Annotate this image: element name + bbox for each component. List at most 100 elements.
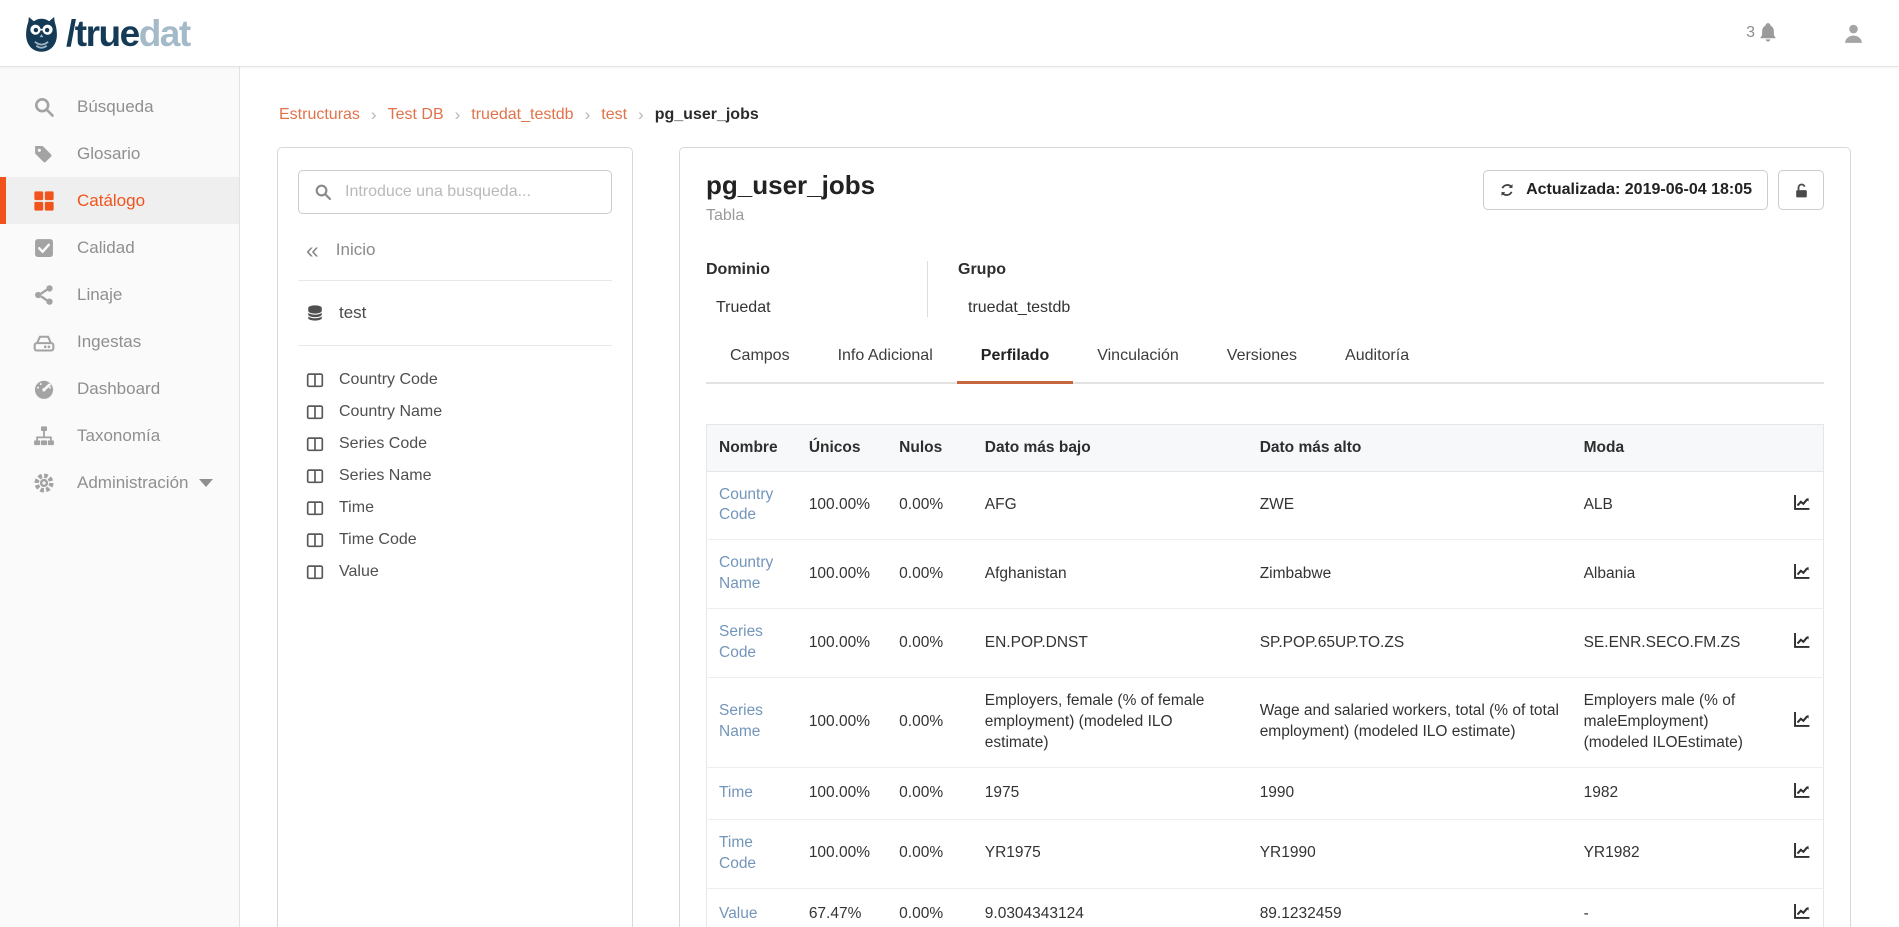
notifications-button[interactable]: 3 xyxy=(1746,23,1778,43)
tab[interactable]: Vinculación xyxy=(1073,347,1203,382)
column-list-item[interactable]: Series Name xyxy=(306,460,604,492)
column-name-link[interactable]: Time Code xyxy=(719,834,756,872)
sidebar-item[interactable]: Linaje xyxy=(0,271,239,318)
column-list-label: Series Code xyxy=(339,435,427,453)
highest-value: 1990 xyxy=(1248,767,1572,819)
bell-icon xyxy=(1758,23,1778,43)
mode-value: Employers male (% of maleEmployment) (mo… xyxy=(1572,678,1781,768)
breadcrumb-link[interactable]: test xyxy=(601,106,627,124)
columns-icon xyxy=(306,435,324,453)
top-bar: /truedat 3 xyxy=(0,0,1899,67)
highest-value: SP.POP.65UP.TO.ZS xyxy=(1248,609,1572,678)
search-input[interactable] xyxy=(345,183,596,201)
mode-value: - xyxy=(1572,888,1781,927)
column-list-item[interactable]: Time xyxy=(306,492,604,524)
table-header-row: Nombre Únicos Nulos Dato más bajo Dato m… xyxy=(707,424,1824,471)
sidebar-item[interactable]: Taxonomía xyxy=(0,412,239,459)
tab[interactable]: Campos xyxy=(706,347,814,382)
column-list-item[interactable]: Series Code xyxy=(306,428,604,460)
user-avatar-icon[interactable] xyxy=(1842,22,1865,45)
tab-label: Versiones xyxy=(1227,347,1297,364)
table-row: Country Code 100.00% 0.00% AFG ZWE ALB xyxy=(707,471,1824,540)
mode-value: ALB xyxy=(1572,471,1781,540)
tab[interactable]: Perfilado xyxy=(957,347,1073,384)
breadcrumb-link[interactable]: Test DB xyxy=(388,106,444,124)
sidebar-item-label: Calidad xyxy=(77,238,135,258)
chart-line-icon[interactable] xyxy=(1793,902,1811,920)
header-nombre: Nombre xyxy=(707,424,797,471)
column-name-link[interactable]: Value xyxy=(719,905,758,922)
chart-line-icon[interactable] xyxy=(1793,562,1811,580)
column-name-link[interactable]: Time xyxy=(719,784,753,801)
chart-line-icon[interactable] xyxy=(1793,781,1811,799)
table-row: Value 67.47% 0.00% 9.0304343124 89.12324… xyxy=(707,888,1824,927)
domain-label: Dominio xyxy=(706,261,927,279)
explorer-search-box xyxy=(298,170,612,214)
chart-line-icon[interactable] xyxy=(1793,631,1811,649)
sidebar-item[interactable]: Administración xyxy=(0,459,239,506)
column-name-link[interactable]: Country Name xyxy=(719,554,773,592)
tab[interactable]: Versiones xyxy=(1203,347,1321,382)
column-name-link[interactable]: Series Code xyxy=(719,623,763,661)
nulls-percent: 0.00% xyxy=(887,767,973,819)
back-to-home-link[interactable]: « Inicio xyxy=(298,214,612,281)
columns-icon xyxy=(306,563,324,581)
column-list-item[interactable]: Time Code xyxy=(306,524,604,556)
mode-value: SE.ENR.SECO.FM.ZS xyxy=(1572,609,1781,678)
truedat-logo[interactable]: /truedat xyxy=(18,11,190,55)
chart-line-icon[interactable] xyxy=(1793,493,1811,511)
column-list-item[interactable]: Country Name xyxy=(306,396,604,428)
schema-node-test[interactable]: test xyxy=(298,281,612,346)
breadcrumb-separator: › xyxy=(455,105,461,125)
unique-percent: 100.00% xyxy=(797,609,887,678)
refresh-updated-button[interactable]: Actualizada: 2019-06-04 18:05 xyxy=(1483,170,1768,210)
columns-icon xyxy=(306,531,324,549)
columns-icon xyxy=(306,467,324,485)
table-row: Time 100.00% 0.00% 1975 1990 1982 xyxy=(707,767,1824,819)
tab[interactable]: Info Adicional xyxy=(814,347,957,382)
nulls-percent: 0.00% xyxy=(887,819,973,888)
header-dato-mas-bajo: Dato más bajo xyxy=(973,424,1248,471)
column-list: Country Code Country Name xyxy=(298,364,612,588)
column-list-label: Time Code xyxy=(339,531,417,549)
column-list-item[interactable]: Country Code xyxy=(306,364,604,396)
nulls-percent: 0.00% xyxy=(887,609,973,678)
column-name-link[interactable]: Country Code xyxy=(719,486,773,524)
highest-value: Zimbabwe xyxy=(1248,540,1572,609)
breadcrumb-link[interactable]: Estructuras xyxy=(279,106,360,124)
lock-button[interactable] xyxy=(1778,170,1824,210)
column-list-label: Time xyxy=(339,499,374,517)
drive-icon xyxy=(33,331,55,353)
lowest-value: Employers, female (% of female employmen… xyxy=(973,678,1248,768)
group-value: truedat_testdb xyxy=(958,299,1070,317)
sidebar-item[interactable]: Dashboard xyxy=(0,365,239,412)
column-list-label: Series Name xyxy=(339,467,431,485)
tab[interactable]: Auditoría xyxy=(1321,347,1433,382)
columns-icon xyxy=(306,499,324,517)
chart-line-icon[interactable] xyxy=(1793,841,1811,859)
column-list-item[interactable]: Value xyxy=(306,556,604,588)
header-dato-mas-alto: Dato más alto xyxy=(1248,424,1572,471)
notification-count: 3 xyxy=(1746,24,1755,42)
sidebar-item-label: Ingestas xyxy=(77,332,141,352)
brand-text: /truedat xyxy=(66,15,190,52)
sidebar-item[interactable]: Catálogo xyxy=(0,177,239,224)
breadcrumb-link[interactable]: truedat_testdb xyxy=(471,106,573,124)
search-icon xyxy=(314,183,332,201)
sidebar-item[interactable]: Calidad xyxy=(0,224,239,271)
database-icon xyxy=(306,304,324,322)
sidebar-item-label: Búsqueda xyxy=(77,97,154,117)
highest-value: ZWE xyxy=(1248,471,1572,540)
breadcrumb-separator: › xyxy=(585,105,591,125)
sidebar-item-label: Dashboard xyxy=(77,379,160,399)
sidebar-item[interactable]: Ingestas xyxy=(0,318,239,365)
columns-icon xyxy=(306,371,324,389)
sidebar-item[interactable]: Búsqueda xyxy=(0,83,239,130)
breadcrumb-current: pg_user_jobs xyxy=(655,106,759,124)
lowest-value: 9.0304343124 xyxy=(973,888,1248,927)
tab-label: Campos xyxy=(730,347,790,364)
column-name-link[interactable]: Series Name xyxy=(719,702,763,740)
lowest-value: Afghanistan xyxy=(973,540,1248,609)
sidebar-item[interactable]: Glosario xyxy=(0,130,239,177)
chart-line-icon[interactable] xyxy=(1793,710,1811,728)
